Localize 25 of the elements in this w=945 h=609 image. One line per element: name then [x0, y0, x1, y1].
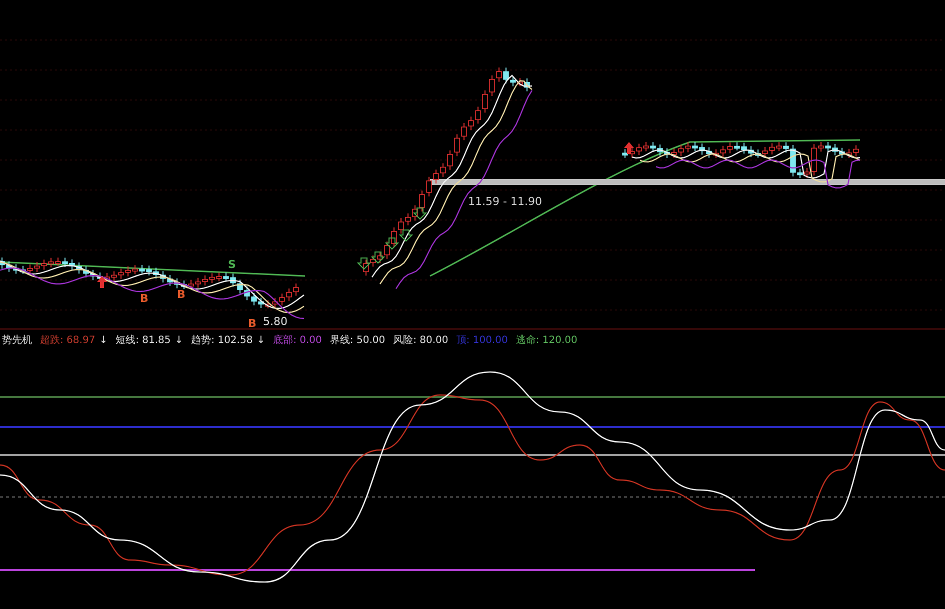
down-arrow-icon	[412, 208, 428, 220]
down-arrow-icon: ↓	[256, 334, 266, 346]
indicator-value: 底部: 0.00	[273, 334, 322, 347]
indicator-value: 界线: 50.00	[330, 334, 386, 347]
indicator-value: 顶: 100.00	[456, 334, 508, 347]
buy-signal-label: B	[177, 288, 186, 301]
up-arrow-icon	[97, 276, 107, 288]
indicator-value: 趋势: 102.58	[191, 334, 253, 347]
down-arrow-icon: ↓	[174, 334, 184, 346]
price-range-label: 11.59 - 11.90	[468, 195, 542, 208]
low-price-label: 5.80	[263, 315, 288, 328]
down-arrow-icon	[356, 258, 372, 270]
indicator-value: 风险: 80.00	[393, 334, 448, 347]
indicator-value: 超跌: 68.97	[40, 334, 96, 347]
sell-signal-label: S	[228, 258, 236, 271]
indicator-value: 逃命: 120.00	[516, 334, 578, 347]
down-arrow-icon	[370, 252, 386, 264]
indicator-name: 势先机	[2, 334, 32, 347]
down-arrow-icon	[398, 230, 414, 242]
up-arrow-icon	[624, 142, 634, 154]
buy-signal-label: B	[248, 317, 256, 330]
buy-signal-label: B	[140, 292, 148, 305]
down-arrow-icon: ↓	[99, 334, 108, 346]
down-arrow-icon	[384, 238, 400, 250]
indicator-value: 短线: 81.85	[116, 334, 171, 347]
